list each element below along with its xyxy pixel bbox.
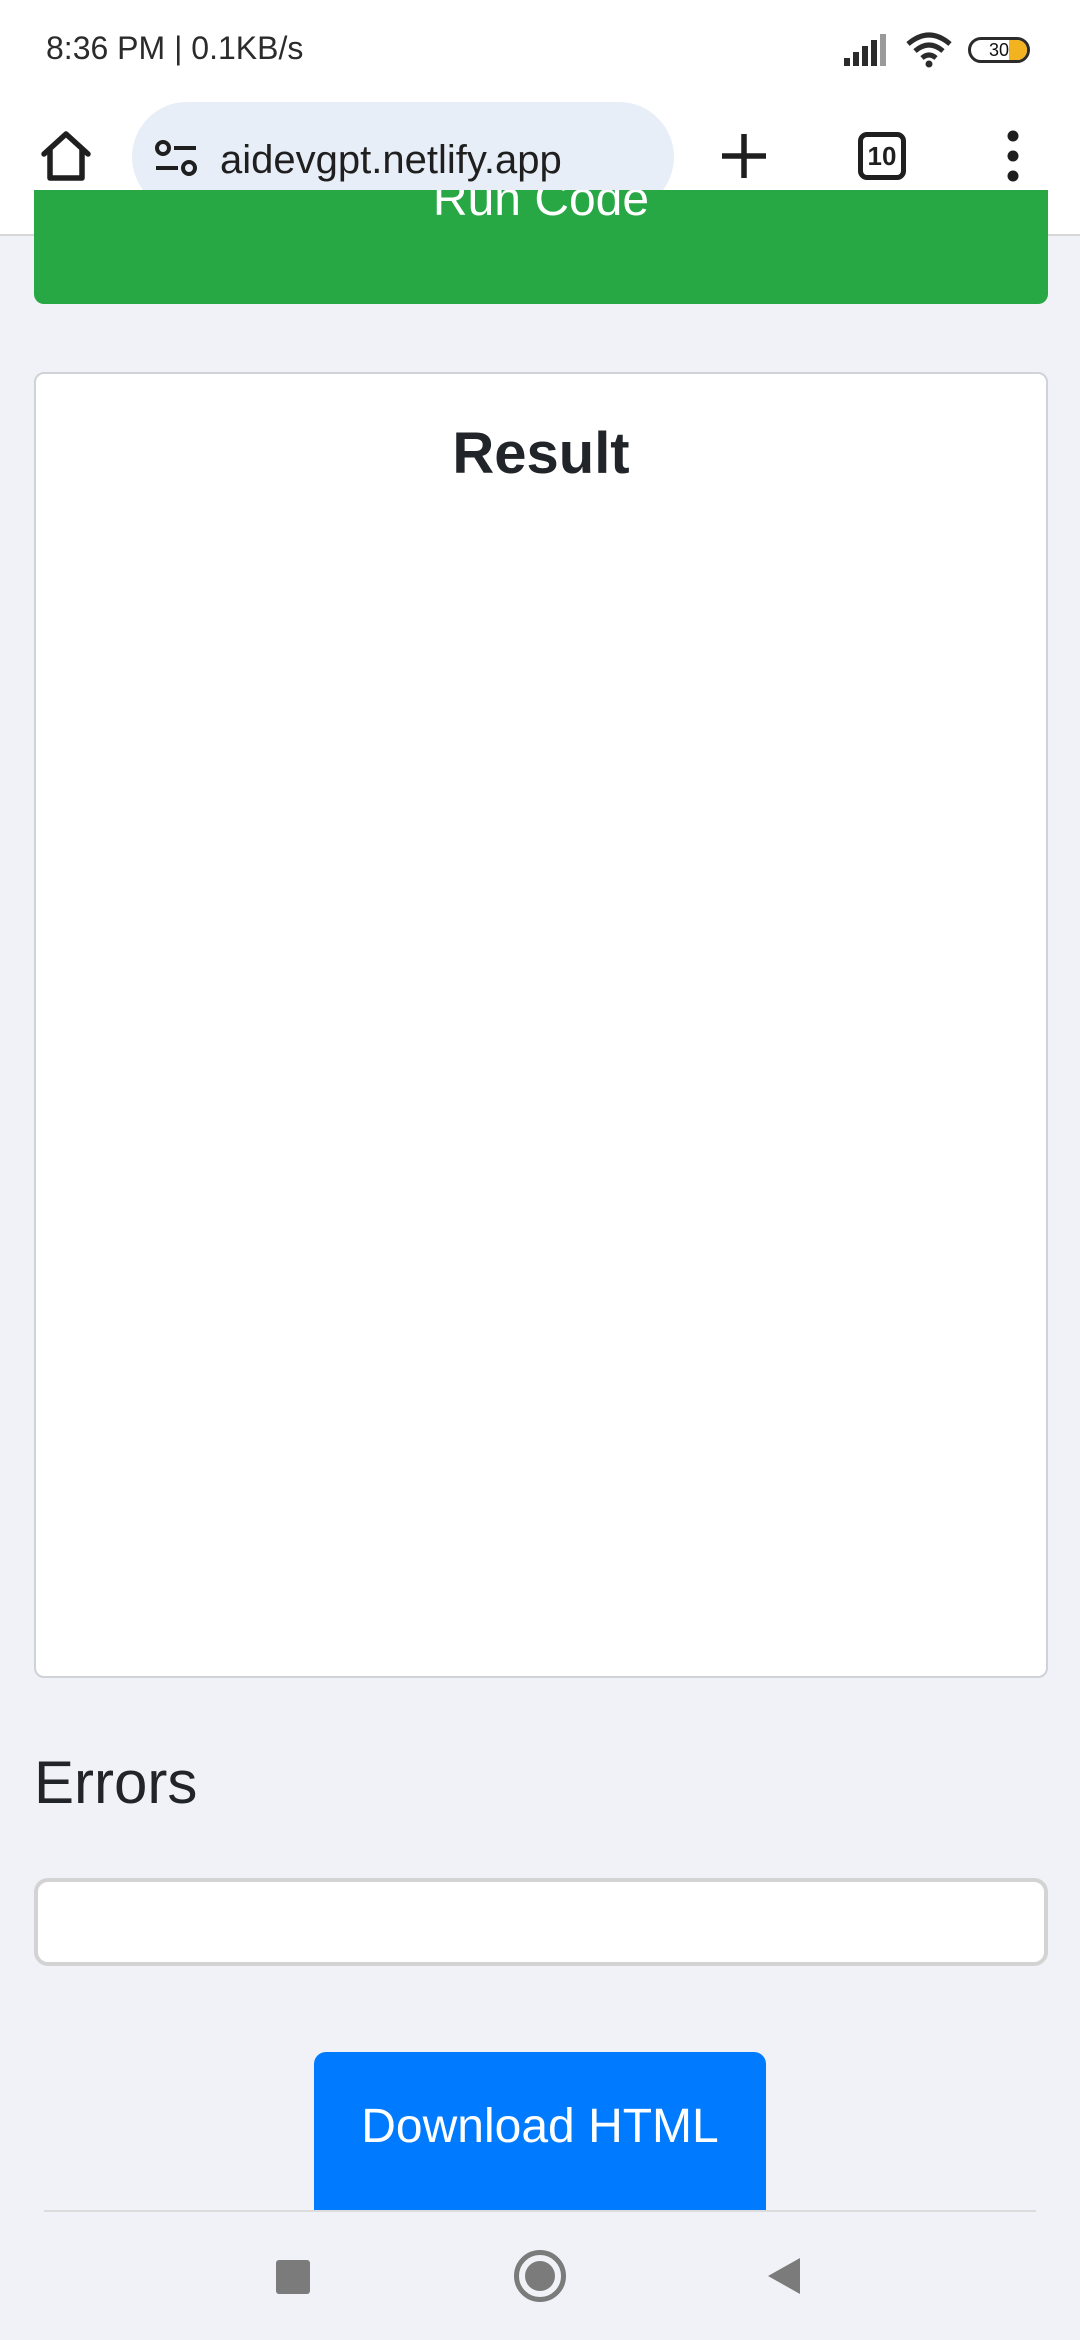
- recent-apps-icon[interactable]: [276, 2260, 310, 2294]
- result-title: Result: [452, 421, 630, 486]
- back-icon[interactable]: [764, 2256, 804, 2296]
- status-bar: 8:36 PM | 0.1KB/s 30: [0, 0, 1080, 100]
- result-panel: Result: [34, 372, 1048, 1678]
- run-code-button[interactable]: Run Code: [34, 190, 1048, 304]
- run-code-label: Run Code: [432, 190, 650, 226]
- battery-icon: 30: [968, 37, 1030, 63]
- status-time: 8:36 PM | 0.1KB/s: [46, 30, 304, 66]
- system-home-icon[interactable]: [514, 2250, 566, 2302]
- signal-icon: [844, 34, 886, 66]
- site-settings-icon[interactable]: [154, 136, 198, 180]
- system-nav-bar: [0, 2212, 1080, 2340]
- wifi-icon: [906, 32, 952, 68]
- errors-heading: Errors: [34, 1749, 198, 1816]
- more-options-icon[interactable]: [998, 126, 1028, 186]
- new-tab-icon[interactable]: [714, 126, 774, 186]
- errors-output[interactable]: [34, 1878, 1048, 1966]
- battery-level: 30: [988, 40, 1010, 60]
- download-html-button[interactable]: Download HTML: [314, 2052, 766, 2210]
- url-text[interactable]: aidevgpt.netlify.app: [220, 138, 562, 183]
- status-icons: 30: [844, 30, 1030, 70]
- tab-switcher-button[interactable]: 10: [858, 132, 906, 180]
- home-icon[interactable]: [36, 126, 96, 186]
